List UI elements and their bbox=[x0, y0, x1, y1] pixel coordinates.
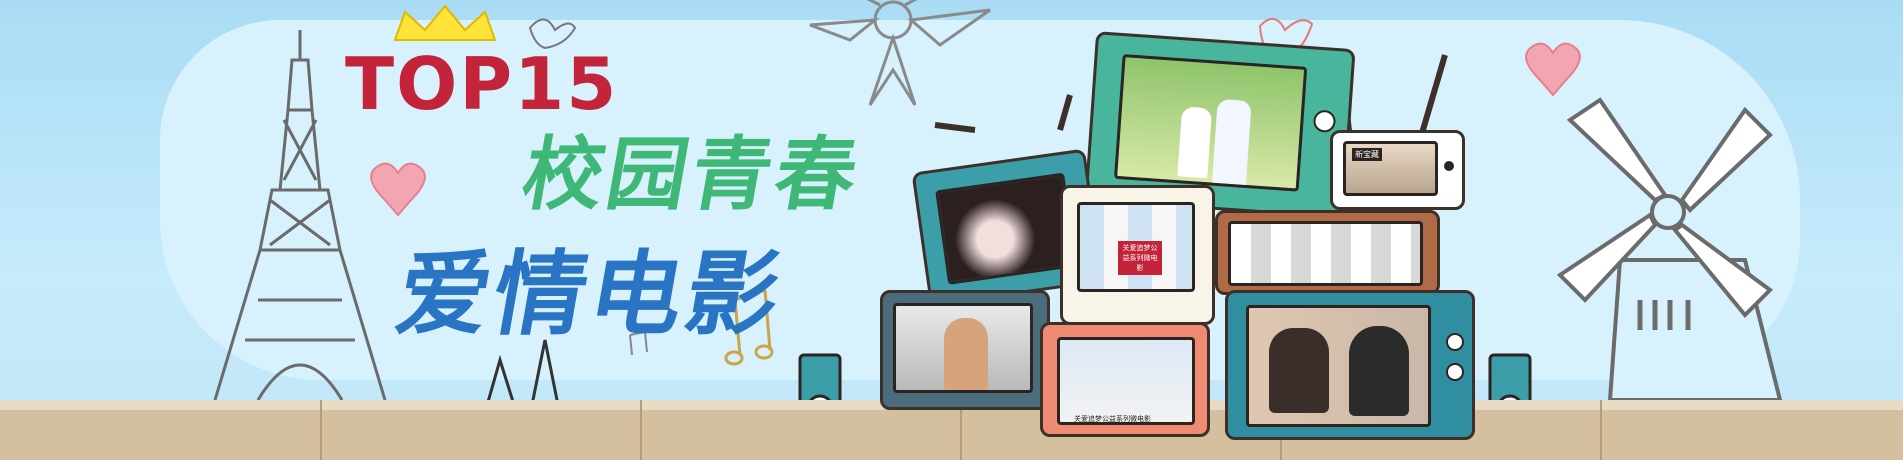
tv-screen-photo: 关爱追梦公益系列微电影 bbox=[1077, 202, 1195, 292]
banner[interactable]: TOP15 校园青春 爱情电影 新宝藏 关爱追梦公益系列微电影 关爱追梦公益系列… bbox=[0, 0, 1903, 460]
tv-brown-right[interactable] bbox=[1215, 210, 1440, 295]
tv-screen-photo bbox=[1246, 305, 1431, 427]
tv-screen-photo bbox=[1113, 54, 1308, 192]
tv-badge: 关爱追梦公益系列微电影 bbox=[1118, 241, 1162, 275]
tv-badge: 新宝藏 bbox=[1352, 148, 1382, 161]
headline-campus-youth: 校园青春 bbox=[515, 128, 869, 221]
tv-screen-photo bbox=[935, 172, 1078, 285]
tv-salmon-bottom[interactable]: 关爱追梦公益系列微电影 bbox=[1040, 322, 1210, 437]
heart-icon bbox=[370, 162, 426, 217]
tv-screen-photo: 关爱追梦公益系列微电影 bbox=[1057, 337, 1195, 425]
tv-caption: 关爱追梦公益系列微电影 bbox=[1074, 415, 1151, 423]
tv-screen-photo: 新宝藏 bbox=[1343, 141, 1438, 196]
tv-screen-photo bbox=[1228, 221, 1423, 286]
headline-love-movies: 爱情电影 bbox=[389, 241, 793, 348]
heart-icon bbox=[1525, 42, 1581, 97]
windmill-icon bbox=[1556, 97, 1783, 402]
tv-knob bbox=[1312, 109, 1337, 134]
tv-screen-photo bbox=[893, 303, 1033, 393]
tv-white-small[interactable]: 新宝藏 bbox=[1330, 130, 1465, 210]
tv-teal-big[interactable] bbox=[1225, 290, 1475, 440]
flower-icon bbox=[809, 0, 991, 106]
tv-slate-left[interactable] bbox=[880, 290, 1050, 410]
tv-cream-mid[interactable]: 关爱追梦公益系列微电影 bbox=[1060, 185, 1215, 325]
crown-icon bbox=[393, 4, 497, 41]
